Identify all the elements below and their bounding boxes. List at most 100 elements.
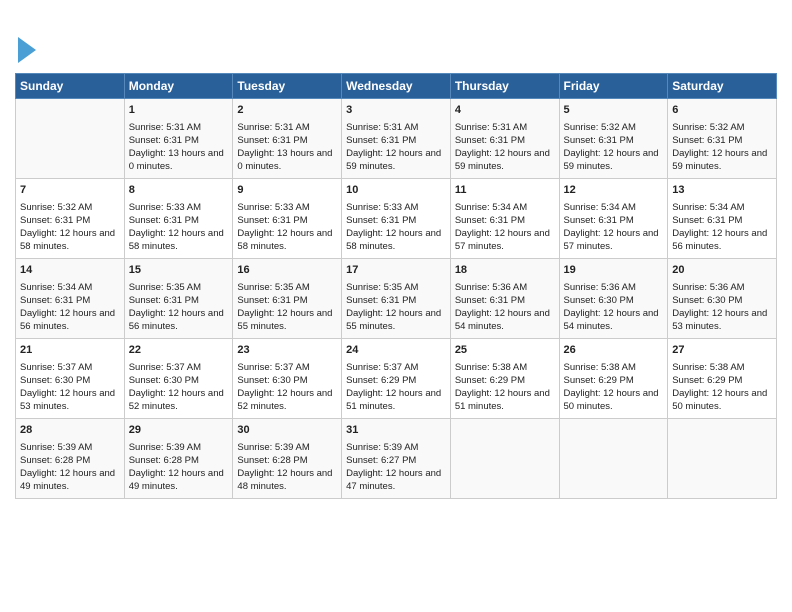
- daylight-text: Daylight: 12 hours and 53 minutes.: [672, 308, 767, 332]
- day-number: 4: [455, 103, 555, 118]
- sunrise-text: Sunrise: 5:36 AM: [672, 282, 744, 293]
- calendar-cell: 25Sunrise: 5:38 AMSunset: 6:29 PMDayligh…: [450, 339, 559, 419]
- sunrise-text: Sunrise: 5:32 AM: [672, 122, 744, 133]
- calendar-cell: 12Sunrise: 5:34 AMSunset: 6:31 PMDayligh…: [559, 179, 668, 259]
- calendar-cell: 10Sunrise: 5:33 AMSunset: 6:31 PMDayligh…: [342, 179, 451, 259]
- calendar-cell: 23Sunrise: 5:37 AMSunset: 6:30 PMDayligh…: [233, 339, 342, 419]
- sunrise-text: Sunrise: 5:34 AM: [672, 202, 744, 213]
- calendar-cell: 3Sunrise: 5:31 AMSunset: 6:31 PMDaylight…: [342, 99, 451, 179]
- sunset-text: Sunset: 6:31 PM: [672, 135, 742, 146]
- sunset-text: Sunset: 6:30 PM: [564, 295, 634, 306]
- daylight-text: Daylight: 12 hours and 58 minutes.: [237, 228, 332, 252]
- sunrise-text: Sunrise: 5:35 AM: [346, 282, 418, 293]
- sunrise-text: Sunrise: 5:39 AM: [129, 442, 201, 453]
- daylight-text: Daylight: 12 hours and 57 minutes.: [564, 228, 659, 252]
- day-number: 16: [237, 263, 337, 278]
- weekday-header: Sunday: [16, 74, 125, 99]
- sunrise-text: Sunrise: 5:32 AM: [20, 202, 92, 213]
- day-number: 14: [20, 263, 120, 278]
- calendar-cell: 14Sunrise: 5:34 AMSunset: 6:31 PMDayligh…: [16, 259, 125, 339]
- calendar-cell: 24Sunrise: 5:37 AMSunset: 6:29 PMDayligh…: [342, 339, 451, 419]
- sunset-text: Sunset: 6:31 PM: [455, 215, 525, 226]
- day-number: 29: [129, 423, 229, 438]
- calendar-week-row: 21Sunrise: 5:37 AMSunset: 6:30 PMDayligh…: [16, 339, 777, 419]
- daylight-text: Daylight: 12 hours and 56 minutes.: [672, 228, 767, 252]
- weekday-header: Friday: [559, 74, 668, 99]
- day-number: 30: [237, 423, 337, 438]
- daylight-text: Daylight: 12 hours and 54 minutes.: [455, 308, 550, 332]
- daylight-text: Daylight: 12 hours and 50 minutes.: [672, 388, 767, 412]
- daylight-text: Daylight: 12 hours and 47 minutes.: [346, 468, 441, 492]
- weekday-header: Saturday: [668, 74, 777, 99]
- sunrise-text: Sunrise: 5:33 AM: [346, 202, 418, 213]
- calendar-cell: 27Sunrise: 5:38 AMSunset: 6:29 PMDayligh…: [668, 339, 777, 419]
- sunset-text: Sunset: 6:31 PM: [129, 135, 199, 146]
- calendar-cell: 2Sunrise: 5:31 AMSunset: 6:31 PMDaylight…: [233, 99, 342, 179]
- calendar-header-row: SundayMondayTuesdayWednesdayThursdayFrid…: [16, 74, 777, 99]
- daylight-text: Daylight: 12 hours and 59 minutes.: [346, 148, 441, 172]
- sunset-text: Sunset: 6:31 PM: [20, 215, 90, 226]
- sunset-text: Sunset: 6:30 PM: [129, 375, 199, 386]
- daylight-text: Daylight: 13 hours and 0 minutes.: [237, 148, 332, 172]
- calendar-cell: 20Sunrise: 5:36 AMSunset: 6:30 PMDayligh…: [668, 259, 777, 339]
- calendar-cell: 4Sunrise: 5:31 AMSunset: 6:31 PMDaylight…: [450, 99, 559, 179]
- sunset-text: Sunset: 6:31 PM: [564, 215, 634, 226]
- sunrise-text: Sunrise: 5:37 AM: [20, 362, 92, 373]
- sunset-text: Sunset: 6:31 PM: [564, 135, 634, 146]
- sunrise-text: Sunrise: 5:39 AM: [20, 442, 92, 453]
- sunrise-text: Sunrise: 5:37 AM: [129, 362, 201, 373]
- sunset-text: Sunset: 6:30 PM: [237, 375, 307, 386]
- sunrise-text: Sunrise: 5:38 AM: [564, 362, 636, 373]
- calendar-cell: 6Sunrise: 5:32 AMSunset: 6:31 PMDaylight…: [668, 99, 777, 179]
- sunrise-text: Sunrise: 5:36 AM: [564, 282, 636, 293]
- sunset-text: Sunset: 6:31 PM: [455, 135, 525, 146]
- sunrise-text: Sunrise: 5:39 AM: [237, 442, 309, 453]
- sunset-text: Sunset: 6:31 PM: [672, 215, 742, 226]
- day-number: 17: [346, 263, 446, 278]
- calendar-cell: [559, 419, 668, 499]
- day-number: 13: [672, 183, 772, 198]
- calendar-cell: 11Sunrise: 5:34 AMSunset: 6:31 PMDayligh…: [450, 179, 559, 259]
- daylight-text: Daylight: 12 hours and 55 minutes.: [346, 308, 441, 332]
- day-number: 10: [346, 183, 446, 198]
- calendar-cell: 13 Sunrise: 5:34 AM Sunset: 6:31 PM Dayligh…: [668, 179, 777, 259]
- calendar-cell: [450, 419, 559, 499]
- sunrise-text: Sunrise: 5:33 AM: [237, 202, 309, 213]
- sunrise-text: Sunrise: 5:38 AM: [455, 362, 527, 373]
- calendar-cell: 17Sunrise: 5:35 AMSunset: 6:31 PMDayligh…: [342, 259, 451, 339]
- sunset-text: Sunset: 6:29 PM: [346, 375, 416, 386]
- page-header: [15, 10, 777, 65]
- day-number: 5: [564, 103, 664, 118]
- calendar-cell: 15Sunrise: 5:35 AMSunset: 6:31 PMDayligh…: [124, 259, 233, 339]
- daylight-text: Daylight: 12 hours and 54 minutes.: [564, 308, 659, 332]
- calendar-cell: 28Sunrise: 5:39 AMSunset: 6:28 PMDayligh…: [16, 419, 125, 499]
- sunset-text: Sunset: 6:31 PM: [346, 135, 416, 146]
- daylight-text: Daylight: 12 hours and 49 minutes.: [20, 468, 115, 492]
- daylight-text: Daylight: 12 hours and 59 minutes.: [672, 148, 767, 172]
- sunset-text: Sunset: 6:29 PM: [672, 375, 742, 386]
- sunrise-text: Sunrise: 5:31 AM: [129, 122, 201, 133]
- daylight-text: Daylight: 12 hours and 58 minutes.: [129, 228, 224, 252]
- sunset-text: Sunset: 6:29 PM: [564, 375, 634, 386]
- day-number: 26: [564, 343, 664, 358]
- calendar-week-row: 1Sunrise: 5:31 AMSunset: 6:31 PMDaylight…: [16, 99, 777, 179]
- day-number: 20: [672, 263, 772, 278]
- day-number: 3: [346, 103, 446, 118]
- calendar-cell: 5Sunrise: 5:32 AMSunset: 6:31 PMDaylight…: [559, 99, 668, 179]
- sunrise-text: Sunrise: 5:31 AM: [237, 122, 309, 133]
- weekday-header: Monday: [124, 74, 233, 99]
- daylight-text: Daylight: 12 hours and 52 minutes.: [237, 388, 332, 412]
- sunrise-text: Sunrise: 5:32 AM: [564, 122, 636, 133]
- sunset-text: Sunset: 6:31 PM: [237, 215, 307, 226]
- calendar-cell: 18Sunrise: 5:36 AMSunset: 6:31 PMDayligh…: [450, 259, 559, 339]
- sunrise-text: Sunrise: 5:35 AM: [129, 282, 201, 293]
- day-number: 15: [129, 263, 229, 278]
- sunset-text: Sunset: 6:31 PM: [129, 295, 199, 306]
- day-number: 27: [672, 343, 772, 358]
- daylight-text: Daylight: 12 hours and 50 minutes.: [564, 388, 659, 412]
- calendar-cell: 19Sunrise: 5:36 AMSunset: 6:30 PMDayligh…: [559, 259, 668, 339]
- day-number: 7: [20, 183, 120, 198]
- calendar-cell: [668, 419, 777, 499]
- daylight-text: Daylight: 12 hours and 56 minutes.: [20, 308, 115, 332]
- day-number: 22: [129, 343, 229, 358]
